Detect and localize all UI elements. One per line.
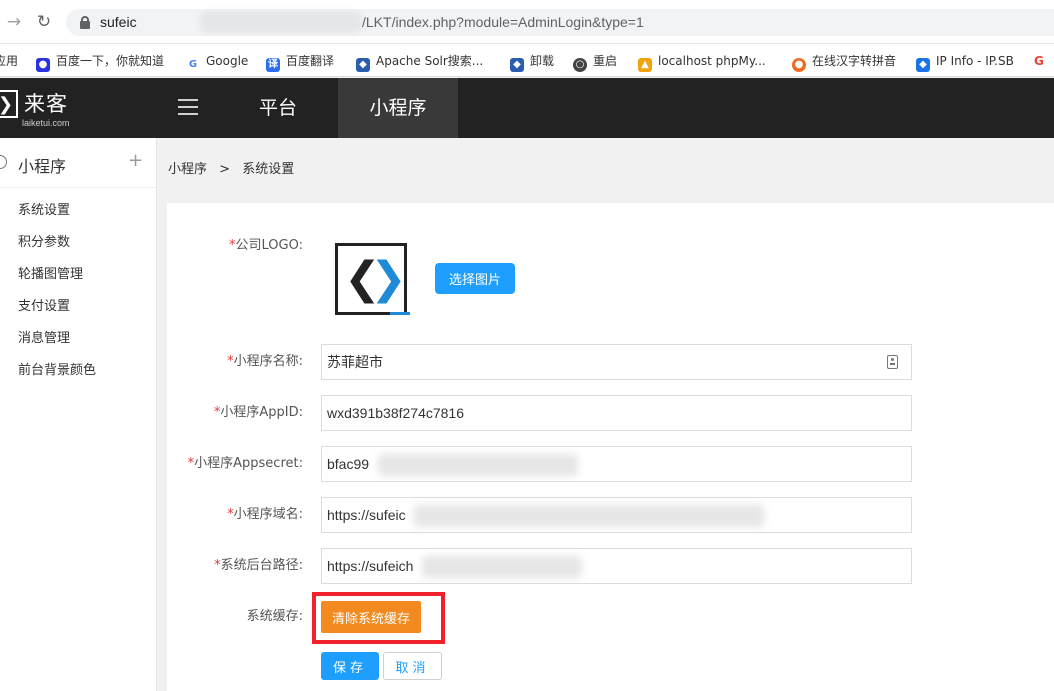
bookmark-solr[interactable]: ◆ Apache Solr搜索... — [356, 52, 483, 72]
bookmark-ipsb[interactable]: ◆ IP Info - IP.SB — [916, 52, 1014, 72]
browser-toolbar: → ↻ sufeic /LKT/index.php?module=AdminLo… — [0, 0, 1054, 44]
bookmark-baidu[interactable]: ● 百度一下，你就知道 — [36, 52, 164, 72]
bookmark-phpmyadmin[interactable]: ▲ localhost phpMy... — [638, 52, 766, 72]
bookmarks-bar: 应用 ● 百度一下，你就知道 G Google 译百度翻译 ◆ Apache Solr… — [0, 44, 1054, 77]
solr-icon: ◆ — [356, 58, 370, 72]
bookmark-pinyin[interactable]: ● 在线汉字转拼音 — [792, 52, 896, 72]
domain-label: *小程序域名: — [227, 507, 303, 522]
bookmark-apps[interactable]: 应用 — [0, 52, 18, 70]
redacted-secret — [378, 454, 578, 476]
appid-label: *小程序AppID: — [213, 405, 303, 420]
app-header: ❯ 来客 laiketui.com 平台 小程序 — [0, 78, 1054, 138]
lock-icon — [80, 16, 90, 29]
highlight-annotation — [312, 592, 445, 644]
tab-mini-program[interactable]: 小程序 — [338, 78, 458, 138]
google-icon: G — [186, 58, 200, 72]
sidebar-item-messages[interactable]: 消息管理 — [18, 327, 70, 346]
save-button[interactable]: 保存 — [321, 652, 379, 680]
logo-domain: laiketui.com — [22, 118, 70, 128]
sidebar-item-points-params[interactable]: 积分参数 — [18, 231, 70, 250]
breadcrumb-separator: > — [219, 162, 231, 177]
appid-input[interactable] — [322, 396, 911, 430]
breadcrumb: 小程序 > 系统设置 — [168, 158, 294, 177]
cancel-button[interactable]: 取消 — [383, 652, 442, 680]
reload-icon[interactable]: ↻ — [34, 12, 54, 32]
backend-path-label: *系统后台路径: — [214, 558, 303, 573]
backend-path-field[interactable] — [321, 548, 912, 584]
ipsb-icon: ◆ — [916, 58, 930, 72]
breadcrumb-current: 系统设置 — [242, 162, 295, 177]
name-field[interactable] — [321, 344, 912, 380]
logo-name: 来客 — [24, 92, 68, 116]
mini-program-icon — [0, 155, 7, 169]
bookmark-baidu-translate[interactable]: 译百度翻译 — [266, 52, 334, 72]
back-arrow-icon[interactable]: → — [4, 12, 24, 32]
pinyin-icon: ● — [792, 58, 806, 72]
appsecret-label: *小程序Appsecret: — [187, 456, 303, 471]
domain-field[interactable] — [321, 497, 912, 533]
logo-mark-icon: ❯ — [0, 90, 18, 118]
sidebar-item-payment[interactable]: 支付设置 — [18, 295, 70, 314]
logo-label: *公司LOGO: — [229, 238, 303, 253]
bookmark-restart[interactable]: ○ 重启 — [573, 52, 617, 72]
redacted-domain — [414, 505, 764, 527]
cache-label: 系统缓存: — [246, 609, 303, 624]
sidebar-item-system-settings[interactable]: 系统设置 — [18, 199, 70, 218]
menu-toggle-icon[interactable] — [178, 99, 198, 117]
phpmyadmin-icon: ▲ — [638, 58, 652, 72]
url-redacted — [200, 11, 362, 33]
appsecret-field[interactable] — [321, 446, 912, 482]
url-path: /LKT/index.php?module=AdminLogin&type=1 — [362, 14, 644, 30]
appid-field[interactable] — [321, 395, 912, 431]
backend-path-input[interactable] — [322, 549, 911, 583]
company-logo-image: ❮ ❯ — [335, 243, 410, 315]
baidu-translate-icon: 译 — [266, 58, 280, 72]
baidu-paw-icon: ● — [36, 58, 50, 72]
redacted-backend-path — [422, 556, 582, 578]
bookmark-uninstall[interactable]: ◆ 卸载 — [510, 52, 554, 72]
choose-image-button[interactable]: 选择图片 — [435, 263, 515, 294]
expand-plus-icon[interactable]: + — [128, 150, 143, 171]
uninstall-icon: ◆ — [510, 58, 524, 72]
url-host: sufeic — [100, 14, 137, 30]
address-bar[interactable]: sufeic /LKT/index.php?module=AdminLogin&… — [66, 9, 1054, 36]
globe-icon: ○ — [573, 58, 587, 72]
mini-program-name-input[interactable] — [322, 345, 911, 379]
sidebar-item-carousel[interactable]: 轮播图管理 — [18, 263, 83, 282]
sidebar-title: 小程序 — [18, 157, 67, 176]
sidebar: 小程序 + 系统设置 积分参数 轮播图管理 支付设置 消息管理 前台背景颜色 — [0, 138, 157, 691]
sidebar-header[interactable]: 小程序 + — [0, 138, 157, 188]
contact-card-icon[interactable] — [887, 355, 898, 369]
bookmark-google-2[interactable]: G — [1034, 52, 1044, 70]
settings-form: *公司LOGO: ❮ ❯ 选择图片 *小程序名称: *小程序AppID: *小程… — [167, 203, 1054, 691]
name-label: *小程序名称: — [227, 354, 303, 369]
sidebar-item-bg-color[interactable]: 前台背景颜色 — [18, 359, 96, 378]
bookmark-google[interactable]: G Google — [186, 52, 248, 72]
tab-platform[interactable]: 平台 — [228, 78, 328, 138]
breadcrumb-parent[interactable]: 小程序 — [168, 162, 207, 177]
logo-chevron-right-icon: ❯ — [370, 253, 407, 304]
